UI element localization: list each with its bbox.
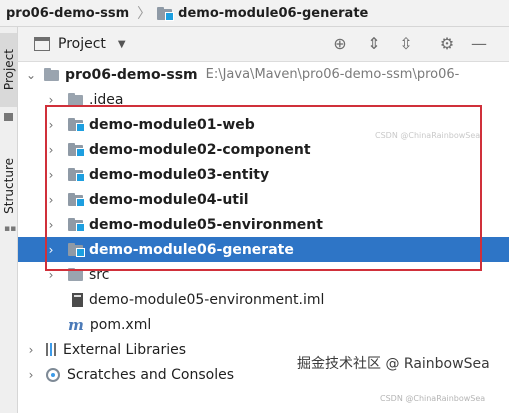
watermark-small: CSDN @ChinaRainbowSea xyxy=(380,394,486,403)
structure-icon: ▪▪ xyxy=(4,224,17,234)
panel-title[interactable]: Project xyxy=(58,36,106,52)
tree-row-iml[interactable]: demo-module05-environment.iml xyxy=(18,287,509,312)
tab-structure[interactable]: Structure xyxy=(0,152,17,220)
maven-icon: m xyxy=(68,315,84,334)
pom-file-label: pom.xml xyxy=(89,316,152,333)
src-folder-label: src xyxy=(89,266,110,283)
collapse-all-icon[interactable]: ⇳ xyxy=(397,35,415,53)
module-label: demo-module04-util xyxy=(89,191,249,208)
tab-structure-label: Structure xyxy=(1,158,16,214)
module-folder-icon xyxy=(68,168,85,182)
chevron-right-icon[interactable]: › xyxy=(46,218,56,232)
external-libraries-label: External Libraries xyxy=(63,341,186,358)
chevron-right-icon[interactable]: › xyxy=(26,368,36,382)
module-label: demo-module05-environment xyxy=(89,216,323,233)
iml-file-icon xyxy=(72,292,83,307)
chevron-right-icon[interactable]: › xyxy=(46,143,56,157)
module-folder-icon xyxy=(68,218,85,232)
chevron-right-icon[interactable]: › xyxy=(46,243,56,257)
folder-icon xyxy=(4,113,13,121)
tree-row-src[interactable]: › src xyxy=(18,262,509,287)
tab-project[interactable]: Project xyxy=(0,33,17,107)
breadcrumb-project[interactable]: pro06-demo-ssm xyxy=(0,6,129,21)
root-name: pro06-demo-ssm xyxy=(65,66,198,83)
chevron-down-icon[interactable]: ⌄ xyxy=(26,68,36,82)
tool-window-strip: Project Structure ▪▪ xyxy=(0,27,18,413)
module-folder-icon xyxy=(68,118,85,132)
module-label: demo-module01-web xyxy=(89,116,255,133)
chevron-right-icon[interactable]: › xyxy=(46,118,56,132)
watermark-main: 掘金技术社区 @ RainbowSea xyxy=(297,356,490,372)
folder-icon xyxy=(68,93,84,106)
module-folder-icon xyxy=(157,6,175,21)
scratches-label: Scratches and Consoles xyxy=(67,366,234,383)
tree-row-module-selected[interactable]: › demo-module06-generate xyxy=(18,237,509,262)
breadcrumb-separator: 〉 xyxy=(137,6,152,22)
folder-icon xyxy=(68,268,84,281)
tree-row-module[interactable]: › demo-module02-component xyxy=(18,137,509,162)
module-label: demo-module03-entity xyxy=(89,166,270,183)
tree-row-module[interactable]: › demo-module04-util xyxy=(18,187,509,212)
iml-file-label: demo-module05-environment.iml xyxy=(89,291,325,308)
module-folder-icon xyxy=(68,243,85,257)
gear-icon[interactable]: ⚙ xyxy=(438,35,456,53)
chevron-right-icon[interactable]: › xyxy=(46,93,56,107)
idea-folder-label: .idea xyxy=(89,91,124,108)
root-path: E:\Java\Maven\pro06-demo-ssm\pro06- xyxy=(205,67,460,82)
breadcrumb: pro06-demo-ssm 〉 demo-module06-generate xyxy=(0,0,509,27)
expand-all-icon[interactable]: ⇕ xyxy=(365,35,383,53)
folder-icon xyxy=(44,68,60,81)
tab-project-label: Project xyxy=(1,49,16,91)
tree-row-module[interactable]: › demo-module05-environment xyxy=(18,212,509,237)
minimize-icon[interactable]: — xyxy=(470,35,488,53)
chevron-right-icon[interactable]: › xyxy=(46,268,56,282)
chevron-right-icon[interactable]: › xyxy=(46,168,56,182)
tree-row-idea[interactable]: › .idea xyxy=(18,87,509,112)
window-icon xyxy=(34,37,50,51)
watermark-faint: CSDN @ChinaRainbowSea xyxy=(375,131,481,140)
tree-row-pom[interactable]: m pom.xml xyxy=(18,312,509,337)
module-label: demo-module06-generate xyxy=(89,241,294,258)
chevron-right-icon[interactable]: › xyxy=(26,343,36,357)
breadcrumb-module[interactable]: demo-module06-generate xyxy=(178,6,368,21)
chevron-right-icon[interactable]: › xyxy=(46,193,56,207)
target-icon[interactable]: ⊕ xyxy=(331,35,349,53)
module-label: demo-module02-component xyxy=(89,141,311,158)
library-icon xyxy=(46,343,56,356)
module-folder-icon xyxy=(68,143,85,157)
tree-row-module[interactable]: › demo-module03-entity xyxy=(18,162,509,187)
module-folder-icon xyxy=(68,193,85,207)
tree-row-root[interactable]: ⌄ pro06-demo-ssm E:\Java\Maven\pro06-dem… xyxy=(18,62,509,87)
chevron-down-icon[interactable]: ▼ xyxy=(118,39,126,50)
project-panel-header: Project ▼ ⊕ ⇕ ⇳ ⚙ — xyxy=(18,27,509,62)
scratches-icon xyxy=(46,367,60,382)
